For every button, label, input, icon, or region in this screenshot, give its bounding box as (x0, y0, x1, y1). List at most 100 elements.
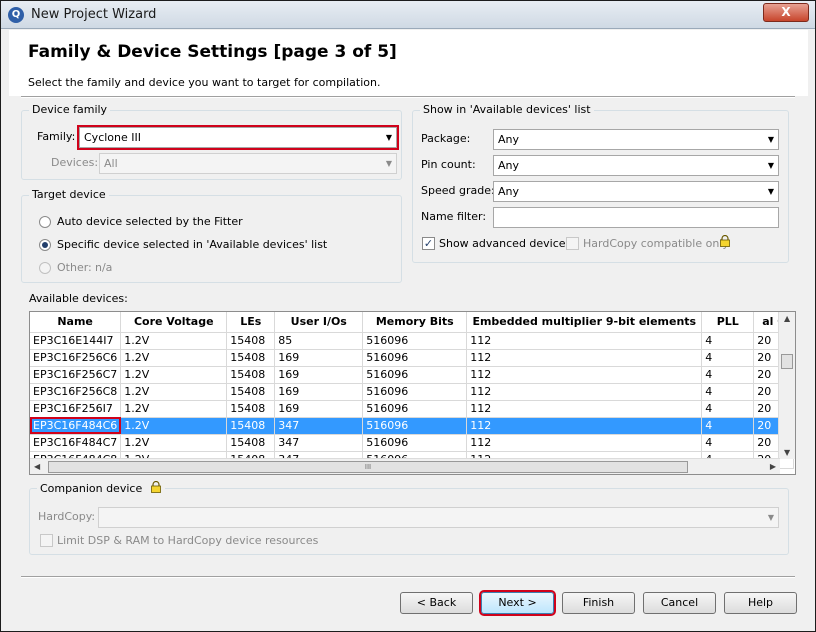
available-devices-label: Available devices: (29, 292, 128, 305)
table-cell: 1.2V (120, 332, 228, 350)
target-device-group: Target device Auto device selected by th… (21, 188, 402, 283)
show-advanced-checkbox[interactable]: ✓ (422, 237, 435, 250)
speed-grade-label: Speed grade: (421, 184, 495, 197)
table-cell: EP3C16F484C6 (30, 417, 122, 435)
column-header[interactable]: Embedded multiplier 9-bit elements (466, 312, 703, 333)
table-cell: 516096 (362, 332, 468, 350)
name-filter-label: Name filter: (421, 210, 487, 223)
column-header[interactable]: Core Voltage (120, 312, 228, 333)
table-row[interactable]: EP3C16F256C8 1.2V 15408 169 516096 112 4 20 (30, 383, 795, 401)
chevron-down-icon: ▼ (385, 133, 392, 142)
table-row[interactable]: EP3C16F484C6 1.2V 15408 347 516096 112 4 20 (30, 417, 795, 435)
speed-grade-select[interactable]: Any ▼ (493, 181, 779, 202)
cancel-button[interactable]: Cancel (643, 592, 716, 614)
column-header[interactable]: User I/Os (274, 312, 364, 333)
family-select[interactable]: Cyclone III ▼ (77, 125, 399, 150)
table-cell: 15408 (226, 349, 276, 367)
wizard-content: Family & Device Settings [page 3 of 5] S… (9, 30, 808, 625)
column-header[interactable]: Name (30, 312, 122, 333)
table-cell: 169 (274, 349, 364, 367)
chevron-down-icon: ▼ (767, 513, 774, 522)
auto-device-radio[interactable] (39, 216, 51, 228)
back-button[interactable]: < Back (400, 592, 473, 614)
devices-select[interactable]: All ▼ (99, 153, 397, 174)
table-cell: 15408 (226, 366, 276, 384)
title-bar: Q New Project Wizard X (1, 1, 815, 29)
wizard-window: Q New Project Wizard X Family & Device S… (0, 0, 816, 632)
speed-grade-value: Any (498, 185, 520, 198)
table-row[interactable]: EP3C16F256C6 1.2V 15408 169 516096 112 4 20 (30, 349, 795, 367)
table-cell: 15408 (226, 383, 276, 401)
table-cell: 4 (701, 400, 755, 418)
table-cell: 4 (701, 366, 755, 384)
table-cell: EP3C16F484C7 (30, 434, 122, 452)
column-header[interactable]: Memory Bits (362, 312, 468, 333)
scroll-up-icon[interactable]: ▲ (784, 314, 790, 323)
devices-value: All (104, 157, 118, 170)
table-cell: 112 (466, 383, 703, 401)
scroll-down-icon[interactable]: ▼ (784, 448, 790, 457)
specific-device-radio[interactable] (39, 239, 51, 251)
table-cell: 1.2V (120, 417, 228, 435)
table-row[interactable]: EP3C16E144I7 1.2V 15408 85 516096 112 4 20 (30, 332, 795, 350)
other-device-label: Other: (57, 261, 92, 274)
table-cell: 516096 (362, 366, 468, 384)
pin-count-select[interactable]: Any ▼ (493, 155, 779, 176)
chevron-down-icon: ▼ (385, 159, 392, 168)
header-divider (21, 96, 795, 98)
finish-button[interactable]: Finish (562, 592, 635, 614)
limit-dsp-ram-label: Limit DSP & RAM to HardCopy device resou… (57, 534, 319, 547)
table-cell: 1.2V (120, 366, 228, 384)
table-cell: 1.2V (120, 349, 228, 367)
hardcopy-select[interactable]: ▼ (98, 507, 779, 528)
table-cell: 516096 (362, 400, 468, 418)
scroll-left-icon[interactable]: ◀ (34, 462, 40, 471)
table-row[interactable]: EP3C16F256C7 1.2V 15408 169 516096 112 4 20 (30, 366, 795, 384)
table-cell: EP3C16E144I7 (30, 332, 122, 350)
chevron-down-icon: ▼ (767, 187, 774, 196)
help-button[interactable]: Help (724, 592, 797, 614)
table-cell: 15408 (226, 400, 276, 418)
horizontal-scroll-thumb[interactable]: III (48, 461, 688, 473)
table-cell: 4 (701, 417, 755, 435)
table-cell: 1.2V (120, 434, 228, 452)
table-cell: 4 (701, 349, 755, 367)
devices-grid: Name Core Voltage LEs User I/Os Memory Bits E… (30, 312, 795, 469)
column-header[interactable]: PLL (701, 312, 755, 333)
hardcopy-compatible-checkbox[interactable] (566, 237, 579, 250)
vertical-scrollbar[interactable]: ▲ ▼ (778, 312, 795, 459)
auto-device-label: Auto device selected by the Fitter (57, 215, 243, 228)
package-select[interactable]: Any ▼ (493, 129, 779, 150)
lock-icon (720, 235, 730, 247)
name-filter-input[interactable] (493, 207, 779, 228)
table-cell: EP3C16F256C7 (30, 366, 122, 384)
table-cell: 169 (274, 383, 364, 401)
page-title: Family & Device Settings [page 3 of 5] (28, 42, 397, 62)
devices-label: Devices: (51, 156, 99, 169)
table-cell: 516096 (362, 349, 468, 367)
other-device-radio[interactable] (39, 262, 51, 274)
vertical-scroll-thumb[interactable] (781, 354, 793, 369)
table-row[interactable]: EP3C16F256I7 1.2V 15408 169 516096 112 4 20 (30, 400, 795, 418)
limit-dsp-ram-checkbox[interactable] (40, 534, 53, 547)
table-cell: 15408 (226, 417, 276, 435)
table-cell: 112 (466, 332, 703, 350)
hardcopy-label: HardCopy: (38, 510, 96, 523)
table-cell: 169 (274, 400, 364, 418)
close-button[interactable]: X (763, 3, 809, 22)
table-row[interactable]: EP3C16F484C7 1.2V 15408 347 516096 112 4 20 (30, 434, 795, 452)
table-cell: 1.2V (120, 400, 228, 418)
footer-divider (21, 576, 795, 578)
column-header[interactable]: LEs (226, 312, 276, 333)
table-cell: EP3C16F256C6 (30, 349, 122, 367)
companion-device-label: Companion device (40, 482, 143, 495)
table-cell: 15408 (226, 332, 276, 350)
table-cell: 112 (466, 349, 703, 367)
horizontal-scrollbar[interactable]: ◀ III ▶ (30, 458, 780, 474)
scroll-right-icon[interactable]: ▶ (770, 462, 776, 471)
next-button[interactable]: Next > (479, 590, 556, 616)
table-cell: 516096 (362, 434, 468, 452)
table-cell: 1.2V (120, 383, 228, 401)
lock-icon (150, 480, 161, 493)
table-cell: 4 (701, 434, 755, 452)
